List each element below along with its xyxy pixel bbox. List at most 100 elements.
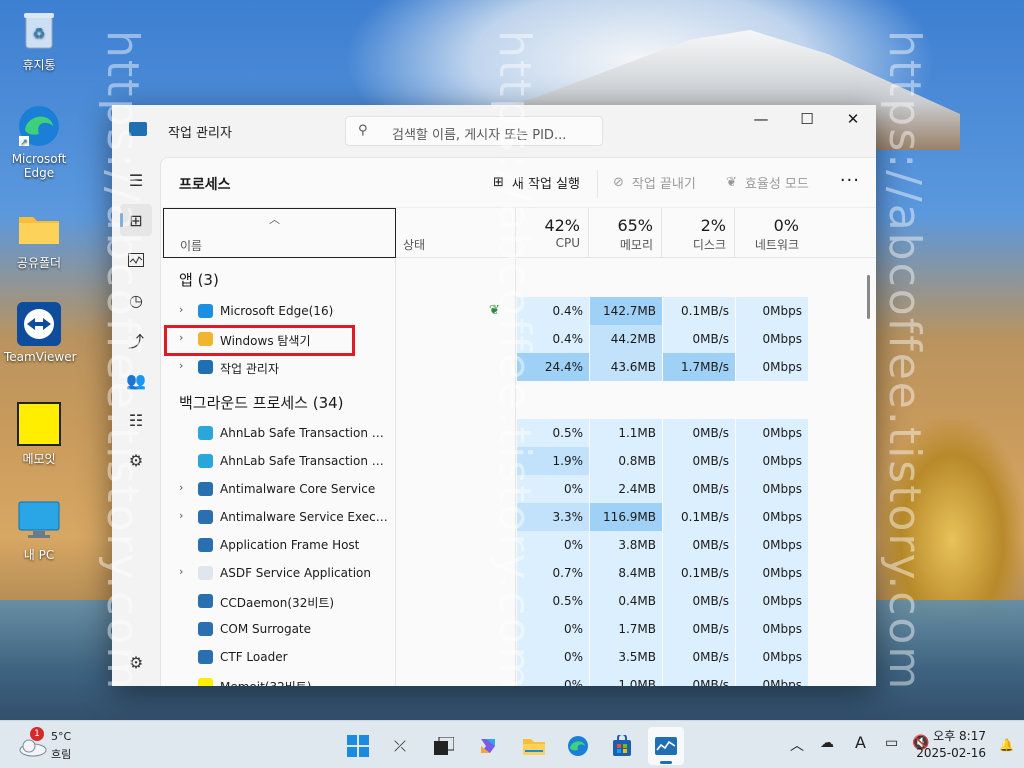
efficiency-mode-button[interactable]: ❦ 효율성 모드 <box>726 173 809 192</box>
nav-performance-icon[interactable] <box>120 244 152 276</box>
cell-net: 0Mbps <box>736 587 808 615</box>
column-cpu-header[interactable]: 42% CPU <box>515 208 588 258</box>
nav-startup-apps-icon[interactable]: ⤴ <box>120 324 152 356</box>
folder-icon <box>17 206 61 250</box>
cell-cpu: 3.3% <box>517 503 589 531</box>
weather-widget[interactable]: 1 5°C 흐림 <box>14 727 94 763</box>
windows-logo-icon <box>347 735 369 757</box>
task-manager-taskbar-button[interactable] <box>648 727 684 765</box>
end-task-button[interactable]: ⊘ 작업 끝내기 <box>613 173 696 192</box>
table-row[interactable]: CCDaemon(32비트) 0.5% 0.4MB 0MB/s 0Mbps <box>161 587 876 615</box>
desktop-icon-teamviewer[interactable]: TeamViewer <box>4 302 77 364</box>
table-row[interactable]: COM Surrogate 0% 1.7MB 0MB/s 0Mbps <box>161 615 876 643</box>
run-new-task-button[interactable]: ⊞ 새 작업 실행 <box>493 173 580 192</box>
window-title: 작업 관리자 <box>168 126 232 141</box>
table-row[interactable]: Application Frame Host 0% 3.8MB 0MB/s 0Mbps <box>161 531 876 559</box>
table-row[interactable]: › Antimalware Core Service 0% 2.4MB 0MB/s 0Mb… <box>161 475 876 503</box>
process-name: Memoit(32비트) <box>220 678 312 686</box>
column-network-header[interactable]: 0% 네트워크 <box>734 208 807 258</box>
table-row[interactable]: AhnLab Safe Transaction App... 1.9% 0.8MB 0… <box>161 447 876 475</box>
desktop-icon-shared-folder[interactable]: 공유폴더 <box>4 206 74 271</box>
cloud-sync-icon[interactable]: ☁ <box>820 735 834 751</box>
expand-chevron-icon[interactable]: › <box>179 481 183 494</box>
expand-chevron-icon[interactable]: › <box>179 509 183 522</box>
cell-mem: 142.7MB <box>590 297 662 325</box>
notifications-bell-icon[interactable]: 🔔 <box>999 738 1014 752</box>
nav-app-history-icon[interactable]: ◷ <box>120 284 152 316</box>
edge-taskbar-button[interactable] <box>560 727 596 765</box>
display-icon[interactable]: ▭ <box>885 735 898 751</box>
table-row[interactable]: › ASDF Service Application 0.7% 8.4MB 0.1MB/… <box>161 559 876 587</box>
table-row[interactable]: Memoit(32비트) 0%1.0MB0MB/s0Mbps <box>161 671 876 686</box>
pin-tool-icon: ⤫ <box>393 737 406 755</box>
cell-net: 0Mbps <box>736 615 808 643</box>
minimize-button[interactable]: — <box>738 105 784 135</box>
process-name: Microsoft Edge(16) <box>220 304 334 318</box>
nav-processes-icon[interactable]: ⊞ <box>120 204 152 236</box>
process-name: Antimalware Core Service <box>220 482 376 496</box>
column-status-header[interactable]: 상태 <box>403 236 425 253</box>
clock-time: 오후 8:17 <box>933 729 986 743</box>
column-disk-header[interactable]: 2% 디스크 <box>661 208 734 258</box>
file-explorer-button[interactable] <box>516 727 552 765</box>
desktop-icon-recycle-bin[interactable]: ♻ 휴지통 <box>4 8 74 73</box>
cell-cpu: 0.4% <box>517 297 589 325</box>
store-icon <box>613 735 631 756</box>
desktop-icon-memoit[interactable]: 메모잇 <box>4 402 74 467</box>
highlight-box <box>164 325 355 356</box>
cell-cpu: 0.7% <box>517 559 589 587</box>
expand-chevron-icon[interactable]: › <box>179 359 183 372</box>
column-memory-header[interactable]: 65% 메모리 <box>588 208 661 258</box>
desktop-icon-edge[interactable]: ↗ Microsoft Edge <box>4 104 74 180</box>
table-row[interactable]: › Antimalware Service Executa... 3.3% 116.9… <box>161 503 876 531</box>
process-icon <box>198 360 213 374</box>
cell-cpu: 0% <box>517 615 589 643</box>
show-hidden-icons-chevron-icon[interactable]: ︿ <box>790 735 804 755</box>
hamburger-menu-icon[interactable]: ☰ <box>120 164 152 196</box>
cell-disk: 1.7MB/s <box>663 353 735 381</box>
recycle-bin-icon: ♻ <box>17 8 61 52</box>
settings-gear-icon[interactable]: ⚙ <box>120 646 152 678</box>
expand-chevron-icon[interactable]: › <box>179 565 183 578</box>
process-icon <box>198 426 213 440</box>
cell-net: 0Mbps <box>736 503 808 531</box>
svg-text:↗: ↗ <box>20 138 28 148</box>
copilot-button[interactable] <box>470 727 506 765</box>
maximize-button[interactable]: ☐ <box>784 105 830 135</box>
end-task-icon: ⊘ <box>613 175 624 190</box>
cell-net: 0Mbps <box>736 353 808 381</box>
cell-disk: 0MB/s <box>663 671 735 686</box>
edge-icon <box>568 736 588 756</box>
table-row[interactable]: CTF Loader 0% 3.5MB 0MB/s 0Mbps <box>161 643 876 671</box>
background-section-header: 백그라운드 프로세스 (34) <box>179 394 344 412</box>
search-placeholder: 검색할 이름, 게시자 또는 PID... <box>392 128 567 143</box>
table-row[interactable]: › Microsoft Edge(16) 0.4% 142.7MB 0.1MB/s 0Mb… <box>161 297 876 325</box>
task-view-button[interactable] <box>426 727 462 765</box>
nav-users-icon[interactable]: 👥 <box>120 364 152 396</box>
start-button[interactable] <box>340 727 376 765</box>
table-row[interactable]: AhnLab Safe Transaction App... 0.5% 1.1MB 0… <box>161 419 876 447</box>
cell-mem: 116.9MB <box>590 503 662 531</box>
process-name: AhnLab Safe Transaction App... <box>220 426 390 440</box>
taskbar: 1 5°C 흐림 ⤫ ︿ ☁ A ▭ 🔇 오후 8:17 2025-02-16 … <box>0 720 1024 768</box>
more-options-button[interactable]: ··· <box>840 170 860 191</box>
search-taskbar-button[interactable]: ⤫ <box>382 727 418 765</box>
store-button[interactable] <box>604 727 640 765</box>
process-list: 앱 (3) 백그라운드 프로세스 (34) › Microsoft Edge(16… <box>161 259 876 686</box>
nav-details-icon[interactable]: ☷ <box>120 404 152 436</box>
cell-disk: 0MB/s <box>663 587 735 615</box>
task-view-icon <box>434 737 454 755</box>
taskbar-clock[interactable]: 오후 8:17 2025-02-16 <box>916 728 986 762</box>
task-manager-app-icon <box>129 122 147 136</box>
cell-disk: 0.1MB/s <box>663 559 735 587</box>
table-row[interactable]: › 작업 관리자 24.4% 43.6MB 1.7MB/s 0Mbps <box>161 353 876 381</box>
desktop-icon-my-pc[interactable]: 내 PC <box>4 498 74 563</box>
expand-chevron-icon[interactable]: › <box>179 303 183 316</box>
search-input[interactable]: ⚲ 검색할 이름, 게시자 또는 PID... <box>345 116 603 146</box>
ime-indicator[interactable]: A <box>855 733 866 752</box>
column-name-header[interactable]: ︿ 이름 <box>163 208 396 258</box>
memo-icon <box>17 402 61 446</box>
nav-services-icon[interactable]: ⚙ <box>120 444 152 476</box>
process-icon <box>198 454 213 468</box>
close-button[interactable]: ✕ <box>830 105 876 135</box>
